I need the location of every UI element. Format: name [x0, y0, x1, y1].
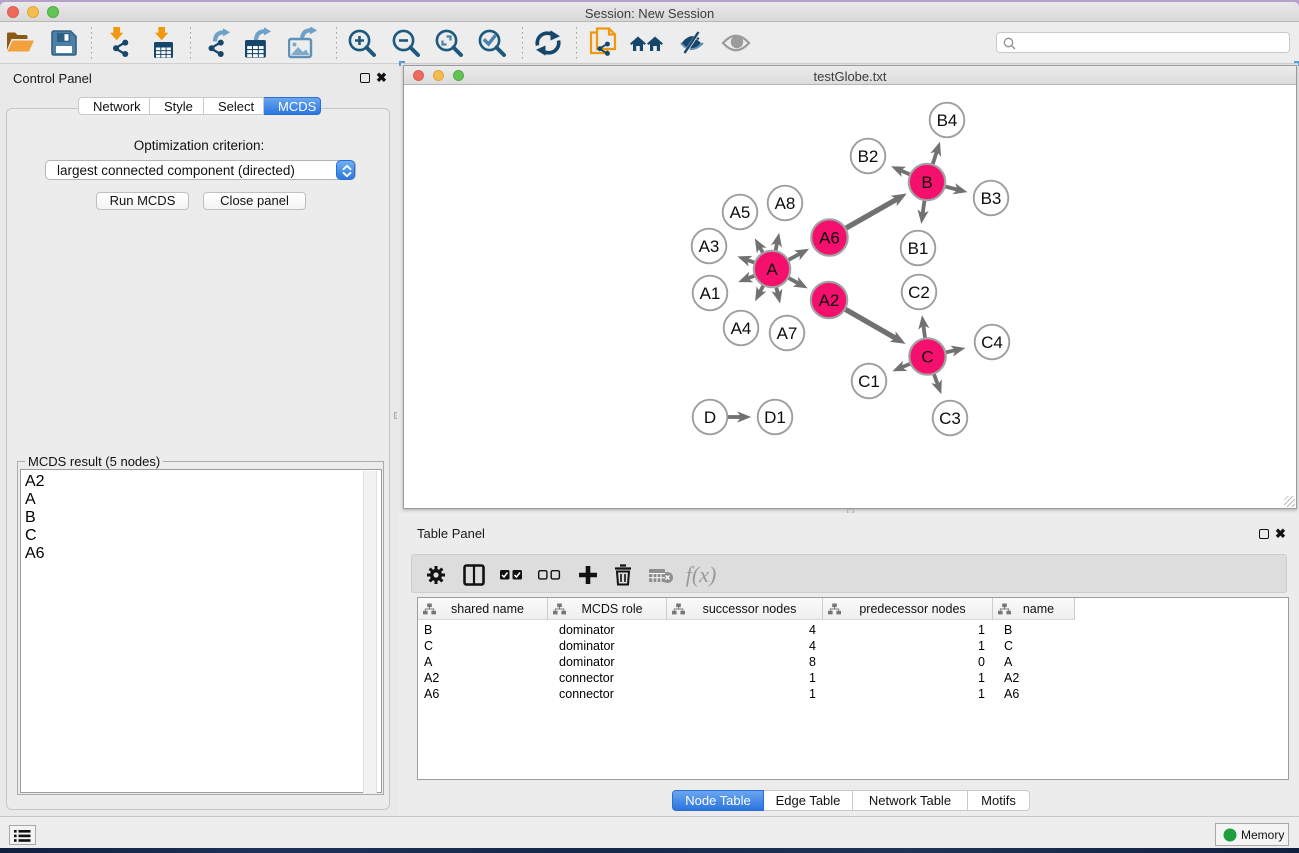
- svg-text:C1: C1: [858, 372, 880, 391]
- svg-text:A3: A3: [699, 237, 720, 256]
- svg-text:A5: A5: [730, 203, 751, 222]
- svg-text:A1: A1: [700, 284, 721, 303]
- svg-text:B: B: [921, 173, 932, 192]
- svg-text:A4: A4: [731, 319, 752, 338]
- svg-text:C2: C2: [908, 283, 930, 302]
- svg-text:B3: B3: [981, 189, 1002, 208]
- svg-text:A: A: [766, 260, 778, 279]
- svg-text:C4: C4: [981, 333, 1003, 352]
- svg-text:C: C: [921, 348, 933, 367]
- svg-text:A8: A8: [775, 194, 796, 213]
- svg-text:A2: A2: [819, 291, 840, 310]
- svg-text:D1: D1: [764, 408, 786, 427]
- svg-text:B1: B1: [908, 239, 929, 258]
- svg-text:A6: A6: [819, 229, 840, 248]
- svg-text:A7: A7: [777, 324, 798, 343]
- svg-text:B4: B4: [937, 111, 958, 130]
- svg-text:C3: C3: [939, 409, 961, 428]
- svg-text:D: D: [704, 408, 716, 427]
- svg-text:B2: B2: [858, 147, 879, 166]
